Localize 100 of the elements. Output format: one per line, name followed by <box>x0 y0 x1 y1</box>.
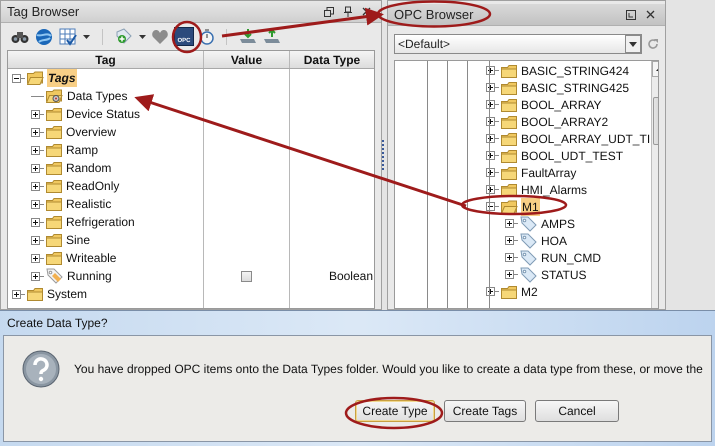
tag-icon <box>520 266 537 282</box>
expand-icon[interactable] <box>486 117 499 126</box>
folder-icon <box>501 284 517 298</box>
tree-item-label[interactable]: Data Types <box>66 87 128 105</box>
expand-icon[interactable] <box>31 164 44 172</box>
binoculars-icon[interactable] <box>11 30 29 44</box>
tag-icon <box>520 232 537 248</box>
tag-add-icon[interactable] <box>115 28 133 46</box>
heart-icon[interactable] <box>152 30 168 44</box>
tag-icon <box>520 216 537 232</box>
tree-item-label[interactable]: ReadOnly <box>65 177 120 195</box>
expand-icon[interactable] <box>12 290 25 298</box>
tree-item-label[interactable]: Refrigeration <box>65 213 136 231</box>
restore-icon[interactable] <box>626 10 636 20</box>
tree-item-label[interactable]: Device Status <box>65 105 142 123</box>
tree-item-label[interactable]: Running <box>66 267 113 285</box>
tree-item-label[interactable]: BOOL_ARRAY_UDT_TI <box>520 130 652 148</box>
caret-icon[interactable] <box>83 34 90 38</box>
tree-item-label[interactable]: Random <box>65 159 112 177</box>
folder-icon <box>46 215 62 229</box>
tree-item-label[interactable]: HOA <box>540 232 568 250</box>
column-header[interactable]: Data Type <box>290 51 374 68</box>
expand-icon[interactable] <box>505 253 518 262</box>
folder-icon <box>46 197 62 211</box>
tree-item-label[interactable]: BASIC_STRING424 <box>520 62 630 80</box>
tree-item-label[interactable]: AMPS <box>540 214 576 232</box>
close-icon[interactable] <box>646 10 655 19</box>
folder-icon <box>501 166 517 180</box>
expand-icon[interactable] <box>31 128 44 136</box>
tree-item-label[interactable]: BASIC_STRING425 <box>520 78 630 96</box>
globe-icon[interactable] <box>35 28 53 46</box>
expand-icon[interactable] <box>486 287 499 296</box>
expand-icon[interactable] <box>486 134 499 143</box>
export-icon[interactable] <box>263 28 281 44</box>
expand-icon[interactable] <box>505 219 518 228</box>
collapse-icon[interactable] <box>12 74 25 82</box>
server-dropdown[interactable]: <Default> <box>394 34 642 54</box>
folder-icon <box>46 161 62 175</box>
pin-icon[interactable] <box>344 6 352 17</box>
grid-check-icon[interactable] <box>59 28 77 46</box>
close-icon[interactable] <box>362 7 371 16</box>
tree-item-label[interactable]: Ramp <box>65 141 100 159</box>
collapse-icon[interactable] <box>486 202 499 211</box>
dialog-button[interactable]: Cancel <box>535 400 619 422</box>
folder-icon <box>501 64 517 78</box>
tag-icon <box>46 268 63 284</box>
folder-icon <box>46 143 62 157</box>
tree-item-label[interactable]: M2 <box>520 282 539 300</box>
expand-icon[interactable] <box>31 200 44 208</box>
expand-icon[interactable] <box>31 236 44 244</box>
tree-item-label[interactable]: BOOL_UDT_TEST <box>520 146 624 164</box>
expand-icon[interactable] <box>486 100 499 109</box>
tree-item-label[interactable]: Realistic <box>65 195 112 213</box>
tag-icon <box>520 250 537 266</box>
expand-icon[interactable] <box>505 270 518 279</box>
folder-icon <box>46 251 62 265</box>
dialog-button[interactable]: Create Type <box>355 400 435 422</box>
expand-icon[interactable] <box>486 151 499 160</box>
tree-item-label[interactable]: BOOL_ARRAY <box>520 96 602 114</box>
expand-icon[interactable] <box>486 83 499 92</box>
column-header[interactable]: Tag <box>8 51 204 68</box>
dialog-title: Create Data Type? <box>7 315 108 332</box>
folder-icon <box>27 287 43 301</box>
expand-icon[interactable] <box>486 168 499 177</box>
column-header[interactable]: Value <box>204 51 290 68</box>
tree-item-label[interactable]: Writeable <box>65 249 118 267</box>
tree-item-label[interactable]: Tags <box>47 69 77 87</box>
tree-item-label[interactable]: STATUS <box>540 266 588 284</box>
help-icon <box>22 350 60 388</box>
checkbox[interactable] <box>241 270 252 282</box>
stopwatch-icon[interactable] <box>200 28 214 44</box>
dialog-button[interactable]: Create Tags <box>444 400 526 422</box>
expand-icon[interactable] <box>505 236 518 245</box>
tree-item-label[interactable]: Overview <box>65 123 118 141</box>
expand-icon[interactable] <box>31 110 44 118</box>
tree-item-label[interactable]: RUN_CMD <box>540 248 602 266</box>
import-icon[interactable] <box>239 28 257 44</box>
expand-icon[interactable] <box>31 182 44 190</box>
caret-icon[interactable] <box>139 34 146 38</box>
expand-icon[interactable] <box>31 218 44 226</box>
restore-icon[interactable] <box>324 6 334 16</box>
tree-item-label[interactable]: HMI_Alarms <box>520 180 588 198</box>
tree-item-label[interactable]: FaultArray <box>520 164 578 182</box>
caret-icon[interactable] <box>625 35 641 53</box>
settings-folder-icon <box>46 89 63 103</box>
expand-icon[interactable] <box>486 185 499 194</box>
folder-icon <box>501 132 517 146</box>
tree-item-label[interactable]: BOOL_ARRAY2 <box>520 112 610 130</box>
expand-icon[interactable] <box>486 66 499 75</box>
tree-item-label[interactable]: Sine <box>65 231 92 249</box>
folder-icon <box>46 179 62 193</box>
expand-icon[interactable] <box>31 254 44 262</box>
tree-item-label[interactable]: System <box>46 285 88 303</box>
folder-icon <box>46 233 62 247</box>
splitter-grip[interactable] <box>382 140 385 170</box>
expand-icon[interactable] <box>31 146 44 154</box>
folder-icon <box>46 107 62 121</box>
open-folder-icon <box>501 200 518 214</box>
dialog-message: You have dropped OPC items onto the Data Types folder. Would you like to create a data type from these, or move the <box>74 361 703 378</box>
expand-icon[interactable] <box>31 272 44 280</box>
